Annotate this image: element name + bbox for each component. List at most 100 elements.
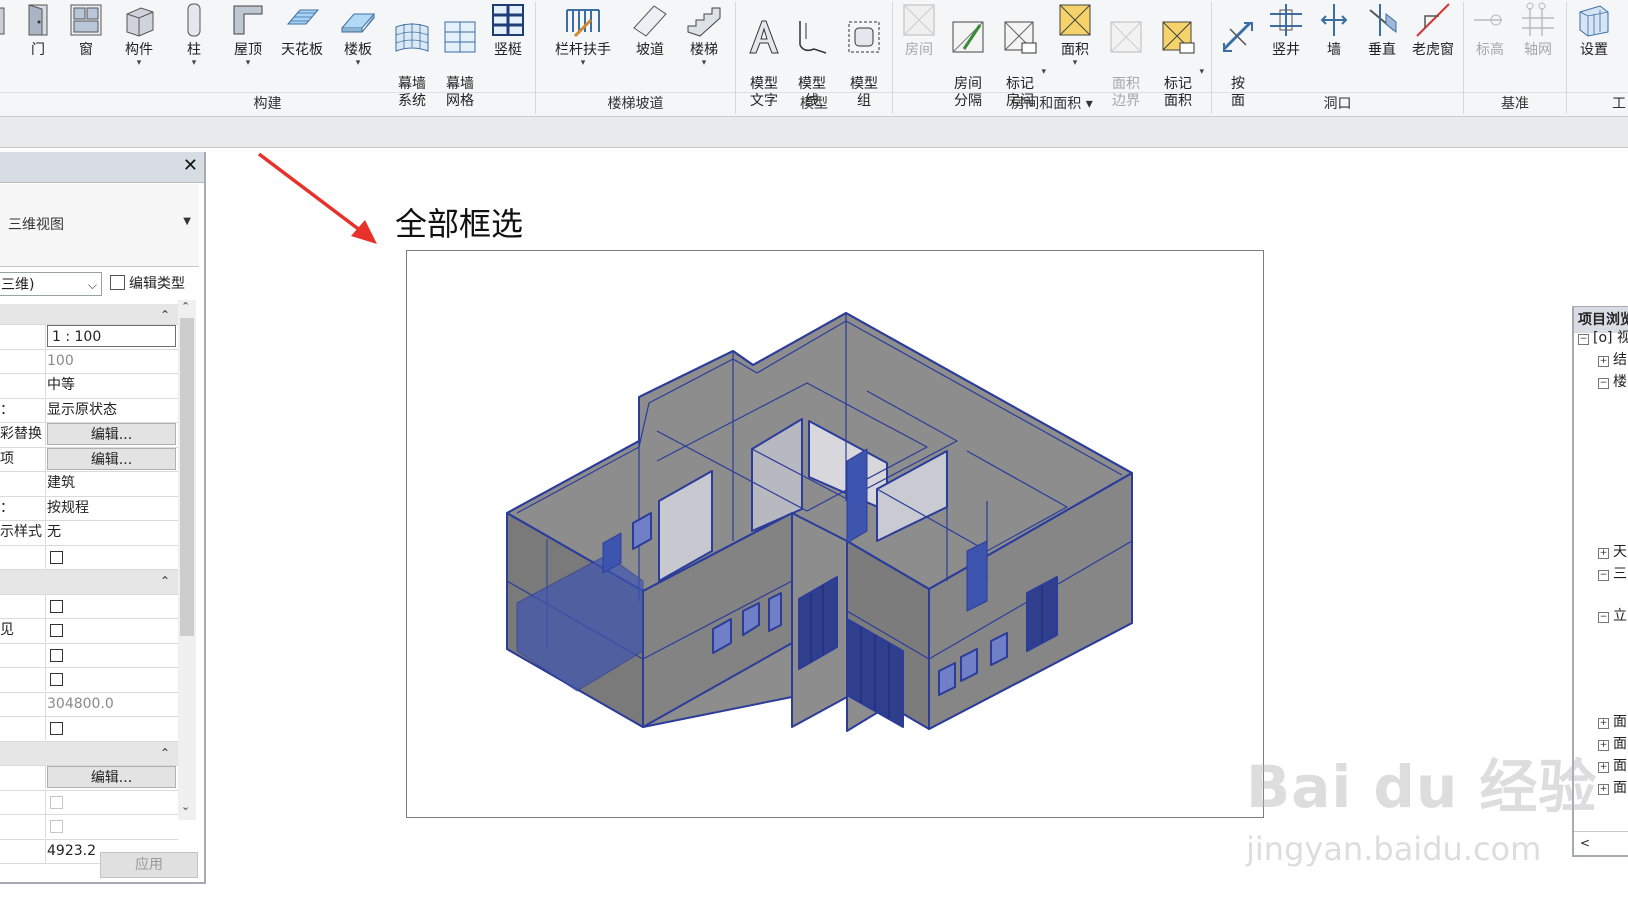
- property-value-input[interactable]: 1 : 100: [47, 325, 176, 347]
- door-icon: [28, 4, 48, 36]
- ribbon-ceiling-button[interactable]: 天花板: [276, 2, 328, 59]
- ribbon-group-model-label[interactable]: 模型: [736, 94, 892, 114]
- properties-scrollbar[interactable]: ⌃ ⌄: [178, 300, 196, 820]
- ribbon-grid-button[interactable]: 轴网: [1518, 2, 1558, 59]
- browser-node[interactable]: − 三: [1598, 565, 1627, 583]
- collapse-icon[interactable]: ⌃: [160, 742, 170, 765]
- ribbon-ramp-button[interactable]: 坡道: [630, 2, 670, 59]
- room-separator-icon: [952, 21, 984, 53]
- ribbon-door-button[interactable]: 门: [20, 2, 56, 59]
- ribbon-shaft-button[interactable]: 竖井: [1266, 2, 1306, 59]
- ribbon-group-room-area-label[interactable]: 房间和面积 ▾: [893, 94, 1211, 114]
- property-checkbox[interactable]: [50, 599, 63, 613]
- property-value[interactable]: 无: [47, 521, 176, 543]
- building-model-3d[interactable]: [407, 251, 1263, 817]
- ribbon-vertical-opening-button[interactable]: 垂直: [1364, 2, 1400, 59]
- property-checkbox-disabled: [50, 820, 63, 833]
- collapse-icon[interactable]: ⌃: [160, 304, 170, 327]
- properties-panel: ✕ 三维视图 ▼ 三维) ⌵ 编辑类型 ⌃ 1 : 100 100 中等 ： 显示…: [0, 152, 206, 884]
- tree-toggle-icon[interactable]: −: [1598, 570, 1609, 581]
- ribbon-roof-label: 屋顶: [234, 42, 262, 58]
- browser-node-views[interactable]: − [o] 视: [1578, 329, 1628, 347]
- ribbon-group-opening-label: 洞口: [1323, 96, 1352, 112]
- property-checkbox[interactable]: [50, 673, 63, 686]
- ribbon-roof-button[interactable]: 屋顶 ▾: [228, 2, 268, 68]
- edit-type-button[interactable]: 编辑类型: [110, 274, 185, 294]
- ribbon-column-button[interactable]: 柱 ▾: [176, 2, 212, 68]
- property-value[interactable]: 中等: [47, 374, 176, 396]
- scroll-up-icon[interactable]: ⌃: [181, 300, 190, 313]
- chevron-down-icon[interactable]: ▼: [183, 216, 191, 227]
- collapse-icon[interactable]: ⌃: [160, 570, 170, 593]
- ribbon-wall-opening-button[interactable]: 墙: [1316, 2, 1352, 59]
- dropdown-arrow-icon: ▾: [1072, 58, 1078, 68]
- ribbon-mullion-button[interactable]: 竖梃: [486, 2, 530, 59]
- ribbon-set-workplane-button[interactable]: 设置: [1572, 2, 1616, 59]
- property-value[interactable]: 按规程: [47, 497, 176, 519]
- properties-section-header[interactable]: ⌃: [0, 304, 178, 325]
- type-selector[interactable]: 三维视图 ▼: [0, 184, 199, 267]
- property-name: 彩替换: [0, 426, 42, 442]
- model-group-icon: [848, 21, 880, 53]
- tree-toggle-icon[interactable]: +: [1598, 548, 1609, 559]
- scrollbar-thumb[interactable]: [180, 318, 194, 636]
- browser-node[interactable]: − 立: [1598, 607, 1627, 625]
- 3d-view-viewport[interactable]: [406, 250, 1264, 818]
- edit-button[interactable]: 编辑...: [47, 447, 176, 470]
- close-icon[interactable]: ✕: [183, 156, 198, 176]
- browser-node[interactable]: − 楼: [1598, 373, 1627, 391]
- ribbon-level-button[interactable]: 标高: [1470, 2, 1510, 59]
- dormer-icon: [1416, 3, 1450, 37]
- tree-toggle-icon[interactable]: +: [1598, 356, 1609, 367]
- property-row: 100: [0, 349, 178, 374]
- ribbon-floor-button[interactable]: 楼板 ▾: [338, 2, 378, 68]
- dropdown-arrow-icon: ▾: [355, 58, 361, 68]
- dropdown-arrow-icon: ▾: [701, 58, 707, 68]
- railing-icon: [566, 9, 600, 38]
- property-row: 彩替换 编辑...: [0, 423, 178, 448]
- browser-node[interactable]: + 结: [1598, 351, 1627, 369]
- property-name: ：: [0, 499, 14, 516]
- ribbon-railing-button[interactable]: 栏杆扶手 ▾: [548, 2, 618, 68]
- edit-button[interactable]: 编辑...: [47, 423, 176, 445]
- set-workplane-icon: [1579, 5, 1609, 37]
- properties-title-bar[interactable]: ✕: [0, 152, 204, 183]
- mullion-icon: [492, 4, 524, 36]
- property-row: 1 : 100: [0, 325, 178, 350]
- property-checkbox[interactable]: [50, 550, 63, 564]
- property-checkbox[interactable]: [50, 722, 63, 735]
- wall-opening-icon: [1320, 4, 1348, 36]
- property-checkbox[interactable]: [50, 624, 63, 637]
- ribbon-stair-button[interactable]: 楼梯 ▾: [684, 2, 724, 68]
- shaft-icon: [1270, 4, 1302, 36]
- scroll-down-icon[interactable]: ⌄: [181, 800, 190, 813]
- ribbon-dormer-button[interactable]: 老虎窗: [1408, 2, 1458, 59]
- tree-toggle-icon[interactable]: +: [1598, 718, 1609, 729]
- browser-node-label: 面: [1613, 714, 1627, 730]
- ribbon-component-button[interactable]: 构件 ▾: [114, 2, 164, 68]
- property-checkbox[interactable]: [50, 648, 63, 662]
- tree-toggle-icon[interactable]: −: [1578, 334, 1589, 345]
- view-instance-dropdown[interactable]: 三维) ⌵: [0, 272, 102, 296]
- apply-button[interactable]: 应用: [100, 852, 198, 878]
- properties-table: ⌃ 1 : 100 100 中等 ：显示原状态 彩替换 编辑... 项编辑... …: [0, 304, 178, 864]
- browser-node-label: 结: [1613, 352, 1627, 368]
- ribbon-area-button[interactable]: 面积 ▾: [1054, 2, 1096, 68]
- ribbon-wall-partial[interactable]: [0, 2, 16, 42]
- edit-button[interactable]: 编辑...: [47, 766, 176, 788]
- ribbon-room-label: 房间: [905, 42, 933, 58]
- tree-toggle-icon[interactable]: −: [1598, 612, 1609, 623]
- properties-section-header[interactable]: ⌃: [0, 570, 178, 595]
- tree-toggle-icon[interactable]: −: [1598, 378, 1609, 389]
- ribbon-room-button[interactable]: 房间: [898, 2, 940, 59]
- edit-type-icon: [110, 275, 125, 290]
- ribbon-set-workplane-label: 设置: [1580, 42, 1608, 58]
- ribbon-window-button[interactable]: 窗: [68, 2, 104, 59]
- browser-node[interactable]: + 天: [1598, 543, 1627, 561]
- properties-section-header[interactable]: ⌃: [0, 741, 178, 766]
- browser-node[interactable]: + 面: [1598, 713, 1627, 731]
- dropdown-arrow-icon: ▾: [580, 58, 586, 68]
- property-value[interactable]: 建筑: [47, 472, 176, 494]
- area-boundary-icon: [1110, 21, 1142, 53]
- property-value[interactable]: 显示原状态: [47, 399, 176, 421]
